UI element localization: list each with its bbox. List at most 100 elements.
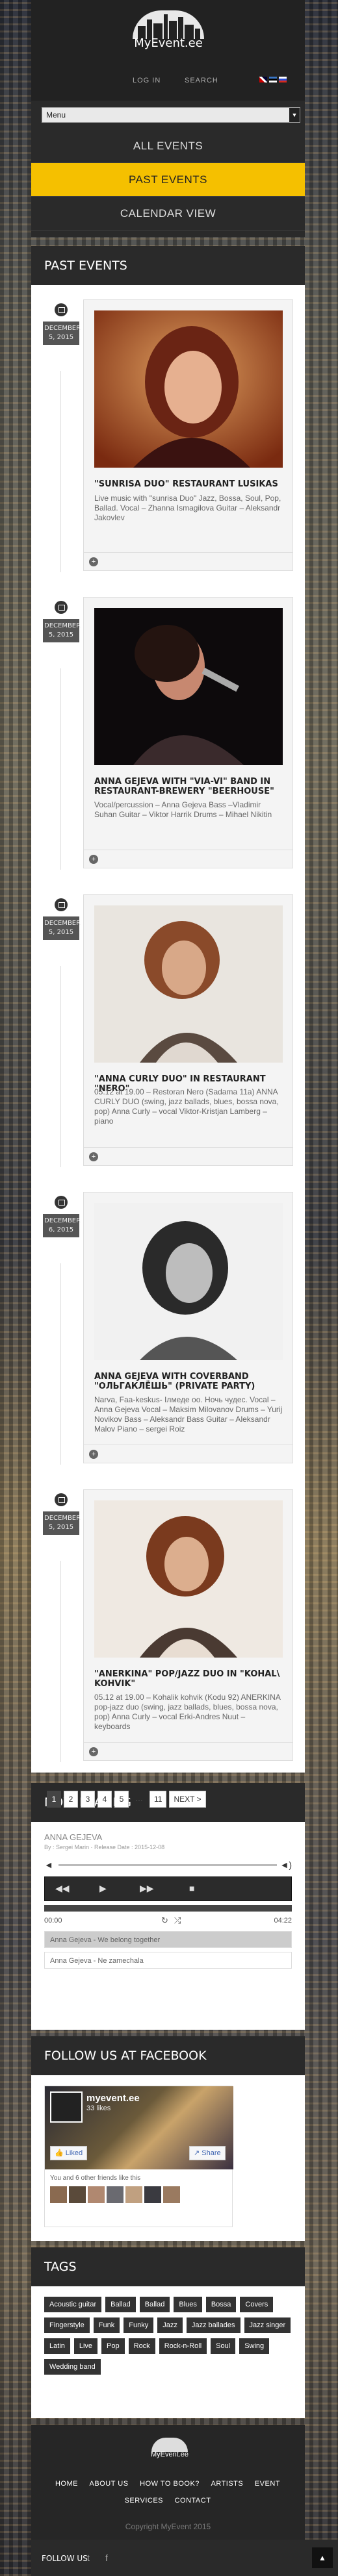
event-photo[interactable] (94, 905, 283, 1063)
search-link[interactable]: SEARCH (185, 77, 218, 84)
volume-mute-icon[interactable]: ◄ (44, 1860, 53, 1870)
playlist-item[interactable]: Anna Gejeva - We belong together (44, 1931, 292, 1948)
playlist-item[interactable]: Anna Gejeva - Ne zamechala (44, 1952, 292, 1969)
page-link[interactable]: 11 (150, 1791, 167, 1808)
pagination: 1 2 3 4 5 … 11 NEXT > (47, 1791, 206, 1808)
calendar-icon (55, 1196, 68, 1209)
tab-past-events[interactable]: PAST EVENTS (31, 163, 305, 197)
event-photo[interactable] (94, 608, 283, 765)
event-photo[interactable] (94, 310, 283, 468)
facebook-likes: 33 likes (86, 2104, 111, 2112)
previous-icon[interactable]: ◀◀ (55, 1883, 70, 1894)
friend-avatar[interactable] (69, 2186, 86, 2203)
friend-avatar[interactable] (50, 2186, 67, 2203)
footer-logo[interactable]: MyEvent.ee (144, 2438, 196, 2461)
play-icon[interactable]: ▶ (99, 1883, 107, 1894)
tag-link[interactable]: Swing (239, 2338, 270, 2354)
tag-link[interactable]: Bossa (205, 2297, 237, 2312)
plus-icon[interactable]: + (89, 1747, 98, 1756)
next-page-button[interactable]: NEXT > (169, 1791, 206, 1808)
page-link[interactable]: 2 (64, 1791, 78, 1808)
footer-link-artists[interactable]: ARTISTS (211, 2480, 243, 2488)
tab-all-events[interactable]: ALL EVENTS (31, 129, 305, 163)
tag-link[interactable]: Funk (93, 2317, 120, 2333)
tab-calendar-view[interactable]: CALENDAR VIEW (31, 197, 305, 231)
pagination-ellipsis: … (135, 1794, 143, 1803)
menu-select[interactable]: Menu ▼ (42, 107, 300, 123)
page-link[interactable]: 3 (81, 1791, 95, 1808)
site-logo[interactable]: MyEvent.ee (127, 10, 209, 50)
chevron-down-icon: ▼ (289, 108, 300, 122)
event-footer: + (84, 1445, 292, 1463)
friend-avatar[interactable] (144, 2186, 161, 2203)
plus-icon[interactable]: + (89, 855, 98, 864)
event-title[interactable]: ANNA GEJEVA WITH "VIA-VI" BAND IN RESTAU… (94, 777, 283, 796)
repeat-icon[interactable]: ↻ (161, 1915, 168, 1926)
event-date: DECEMBER 6, 2015 (43, 1214, 81, 1237)
page-column: MyEvent.ee LOG IN SEARCH Menu ▼ ALL EVEN… (31, 0, 305, 2568)
plus-icon[interactable]: + (89, 1152, 98, 1161)
flag-et-icon[interactable] (269, 77, 277, 82)
shuffle-icon[interactable]: ⤮ (174, 1915, 181, 1926)
tag-link[interactable]: Rock-n-Roll (159, 2338, 207, 2354)
tag-link[interactable]: Pop (101, 2338, 125, 2354)
flag-ru-icon[interactable] (279, 77, 287, 82)
volume-slider[interactable] (58, 1864, 277, 1866)
event-title[interactable]: "ANERKINA" POP/JAZZ DUO IN "KOHAL\ KOHVI… (94, 1669, 283, 1689)
calendar-icon (55, 303, 68, 316)
footer-link-services[interactable]: SERVICES (125, 2497, 163, 2505)
tag-link[interactable]: Jazz (157, 2317, 183, 2333)
facebook-page-plugin[interactable]: myevent.ee 33 likes 👍 Liked ↗ Share You … (44, 2086, 233, 2227)
event-date: DECEMBER 5, 2015 (43, 619, 81, 642)
tag-link[interactable]: Latin (44, 2338, 70, 2354)
facebook-like-button[interactable]: 👍 Liked (50, 2146, 88, 2160)
twitter-icon[interactable]: t (87, 2553, 90, 2563)
tag-link[interactable]: Blues (174, 2297, 202, 2312)
tag-link[interactable]: Rock (128, 2338, 155, 2354)
event-title[interactable]: "SUNRISA DUO" RESTAURANT LUSIKAS (94, 479, 283, 489)
event-title[interactable]: ANNA GEJEVA WITH COVERBAND "ОЛЬГАКЛЁШЬ" … (94, 1372, 283, 1391)
next-icon[interactable]: ▶▶ (140, 1883, 154, 1894)
login-link[interactable]: LOG IN (133, 77, 161, 84)
tag-link[interactable]: Live (73, 2338, 98, 2354)
flag-en-icon[interactable] (259, 77, 267, 82)
footer-link-event[interactable]: EVENT (255, 2480, 280, 2488)
event-card: "SUNRISA DUO" RESTAURANT LUSIKAS Live mu… (83, 299, 293, 571)
friend-avatar[interactable] (88, 2186, 105, 2203)
tag-link[interactable]: Soul (211, 2338, 236, 2354)
tag-link[interactable]: Funky (124, 2317, 154, 2333)
volume-max-icon[interactable]: ◄) (280, 1860, 292, 1870)
facebook-share-button[interactable]: ↗ Share (189, 2146, 226, 2160)
tag-link[interactable]: Jazz singer (244, 2317, 291, 2333)
footer-link-how-to-book[interactable]: HOW TO BOOK? (140, 2480, 200, 2488)
page-link[interactable]: 5 (114, 1791, 129, 1808)
footer-nav: HOME ABOUT US HOW TO BOOK? ARTISTS EVENT… (38, 2475, 298, 2509)
friend-avatar[interactable] (107, 2186, 124, 2203)
tag-link[interactable]: Fingerstyle (44, 2317, 90, 2333)
friend-avatar[interactable] (163, 2186, 180, 2203)
plus-icon[interactable]: + (89, 557, 98, 566)
track-progress-bar[interactable] (44, 1905, 292, 1912)
facebook-page-name[interactable]: myevent.ee (86, 2093, 140, 2104)
facebook-icon[interactable]: f (105, 2553, 108, 2563)
facebook-avatar[interactable] (50, 2091, 83, 2123)
event-photo[interactable] (94, 1500, 283, 1658)
back-to-top-icon[interactable]: ▲ (312, 2547, 333, 2568)
page-link[interactable]: 4 (98, 1791, 112, 1808)
stop-icon[interactable]: ■ (189, 1883, 194, 1893)
page-link[interactable]: 1 (47, 1791, 61, 1808)
footer-link-about[interactable]: ABOUT US (90, 2480, 129, 2488)
tag-link[interactable]: Jazz ballades (186, 2317, 240, 2333)
tag-link[interactable]: Ballad (105, 2297, 136, 2312)
plus-icon[interactable]: + (89, 1450, 98, 1459)
event-photo[interactable] (94, 1203, 283, 1360)
tag-link[interactable]: Wedding band (44, 2359, 101, 2375)
friend-avatar[interactable] (125, 2186, 142, 2203)
tag-link[interactable]: Ballad (139, 2297, 170, 2312)
tag-link[interactable]: Acoustic guitar (44, 2297, 102, 2312)
footer-link-contact[interactable]: CONTACT (175, 2497, 211, 2505)
tag-link[interactable]: Covers (240, 2297, 274, 2312)
copyright: Copyright MyEvent 2015 (125, 2522, 211, 2531)
follow-label: FOLLOW US (42, 2554, 88, 2563)
footer-link-home[interactable]: HOME (55, 2480, 78, 2488)
